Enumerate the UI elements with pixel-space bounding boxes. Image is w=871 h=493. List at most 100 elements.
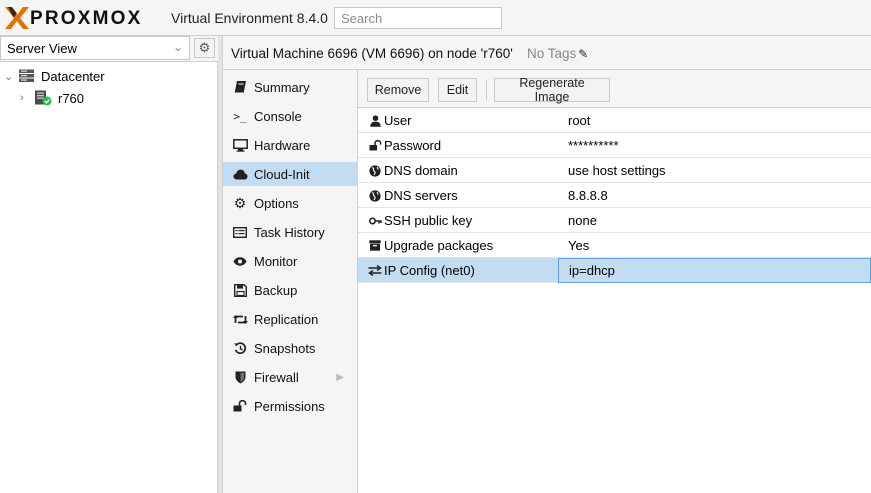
nav-item-hardware[interactable]: Hardware — [223, 133, 358, 157]
expand-toggle-icon[interactable]: ⌄ — [4, 70, 16, 83]
row-key-label: User — [384, 113, 412, 128]
nav-item-console[interactable]: >_ Console — [223, 104, 358, 128]
row-key: Upgrade packages — [358, 233, 558, 258]
nav-label: Replication — [254, 311, 319, 327]
row-key: Password — [358, 133, 558, 158]
remove-button[interactable]: Remove — [367, 78, 429, 102]
globe-icon — [368, 164, 382, 177]
desktop-icon — [232, 138, 248, 152]
nav-item-replication[interactable]: Replication — [223, 307, 358, 331]
row-value: ip=dhcp — [558, 258, 871, 283]
resource-tree-panel: Server View ⌄ ⚙ ⌄ Datacenter › r760 — [0, 36, 218, 493]
cloud-icon — [232, 169, 248, 180]
pencil-icon[interactable]: ✎ — [578, 47, 588, 61]
globe-icon — [368, 189, 382, 202]
row-value: Yes — [568, 238, 590, 253]
server-view-select[interactable]: Server View ⌄ — [0, 36, 190, 60]
exchange-icon — [368, 265, 382, 276]
content-area: Virtual Machine 6696 (VM 6696) on node '… — [223, 36, 871, 493]
vm-nav-menu: Summary >_ Console Hardware Cloud-Init ⚙… — [223, 70, 358, 493]
row-key-label: Upgrade packages — [384, 238, 494, 253]
search-input[interactable] — [334, 7, 502, 29]
terminal-icon: >_ — [233, 109, 247, 123]
row-value: 8.8.8.8 — [568, 188, 608, 203]
row-value: none — [568, 213, 597, 228]
row-key: User — [358, 108, 558, 133]
row-key-label: DNS domain — [384, 163, 458, 178]
row-key-label: IP Config (net0) — [384, 263, 475, 278]
proxmox-x-icon — [5, 7, 29, 29]
edit-button[interactable]: Edit — [438, 78, 477, 102]
row-value: ********** — [568, 138, 619, 153]
node-online-icon — [35, 90, 52, 106]
app-title: Virtual Environment 8.4.0 — [171, 10, 328, 26]
nav-label: Backup — [254, 282, 298, 298]
table-row-ip-config-net0[interactable]: IP Config (net0) ip=dhcp — [358, 258, 871, 283]
retweet-icon — [232, 314, 248, 325]
toolbar-separator — [486, 80, 487, 100]
tags-label: No Tags — [527, 46, 577, 61]
tree-item-node[interactable]: › r760 — [20, 88, 84, 108]
nav-item-summary[interactable]: Summary — [223, 75, 358, 99]
user-icon — [368, 114, 382, 127]
table-row-ssh-public-key[interactable]: SSH public key none — [358, 208, 871, 233]
nav-item-snapshots[interactable]: Snapshots — [223, 336, 358, 360]
row-value: root — [568, 113, 591, 128]
nav-label: Console — [254, 108, 302, 124]
row-key: IP Config (net0) — [358, 258, 558, 283]
row-value: use host settings — [568, 163, 666, 178]
logo-text: PROXMOX — [30, 8, 143, 29]
vm-title: Virtual Machine 6696 (VM 6696) on node '… — [231, 46, 513, 61]
unlock-icon — [232, 400, 248, 412]
archive-icon — [368, 240, 382, 251]
nav-label: Firewall — [254, 369, 299, 385]
tags-edit[interactable]: No Tags ✎ — [527, 46, 588, 61]
cloud-init-grid: User root Password ********** DNS domain… — [358, 108, 871, 283]
row-key-label: SSH public key — [384, 213, 473, 228]
nav-item-permissions[interactable]: Permissions — [223, 394, 358, 418]
shield-icon — [232, 371, 248, 384]
list-icon — [232, 226, 248, 238]
nav-item-options[interactable]: ⚙ Options — [223, 191, 358, 215]
table-row-password[interactable]: Password ********** — [358, 133, 871, 158]
eye-icon — [232, 256, 248, 266]
table-row-user[interactable]: User root — [358, 108, 871, 133]
tree-item-datacenter[interactable]: ⌄ Datacenter — [4, 66, 105, 86]
view-selector-row: Server View ⌄ ⚙ — [0, 36, 218, 62]
nav-label: Task History — [254, 224, 325, 240]
row-key-label: Password — [384, 138, 442, 153]
content-header: Virtual Machine 6696 (VM 6696) on node '… — [223, 36, 871, 70]
datacenter-icon — [19, 69, 34, 82]
table-row-dns-domain[interactable]: DNS domain use host settings — [358, 158, 871, 183]
server-view-label: Server View — [7, 41, 77, 56]
toolbar: Remove Edit Regenerate Image — [358, 70, 871, 108]
table-row-upgrade-packages[interactable]: Upgrade packages Yes — [358, 233, 871, 258]
nav-item-backup[interactable]: Backup — [223, 278, 358, 302]
table-row-dns-servers[interactable]: DNS servers 8.8.8.8 — [358, 183, 871, 208]
nav-label: Monitor — [254, 253, 298, 269]
gear-icon: ⚙ — [233, 194, 247, 211]
chevron-right-icon[interactable]: › — [20, 92, 32, 104]
history-icon — [232, 341, 248, 355]
row-key: SSH public key — [358, 208, 558, 233]
tree-settings-button[interactable]: ⚙ — [194, 38, 215, 58]
chevron-down-icon: ⌄ — [172, 40, 183, 54]
unlock-icon — [368, 140, 382, 151]
floppy-icon — [232, 283, 248, 297]
regenerate-image-button[interactable]: Regenerate Image — [494, 76, 610, 104]
book-icon — [232, 81, 248, 93]
cloud-init-panel: Remove Edit Regenerate Image User root P… — [358, 70, 871, 493]
nav-item-task-history[interactable]: Task History — [223, 220, 358, 244]
nav-item-cloud-init[interactable]: Cloud-Init — [223, 162, 358, 186]
tree-label-datacenter: Datacenter — [41, 68, 105, 84]
submenu-arrow-icon[interactable]: ▶ — [336, 372, 344, 383]
nav-item-monitor[interactable]: Monitor — [223, 249, 358, 273]
nav-label: Permissions — [254, 398, 325, 414]
row-key: DNS domain — [358, 158, 558, 183]
key-icon — [368, 216, 382, 226]
nav-label: Hardware — [254, 137, 311, 153]
tree-label-node: r760 — [58, 90, 85, 106]
nav-item-firewall[interactable]: Firewall ▶ — [223, 365, 358, 389]
row-key: DNS servers — [358, 183, 558, 208]
row-key-label: DNS servers — [384, 188, 458, 203]
